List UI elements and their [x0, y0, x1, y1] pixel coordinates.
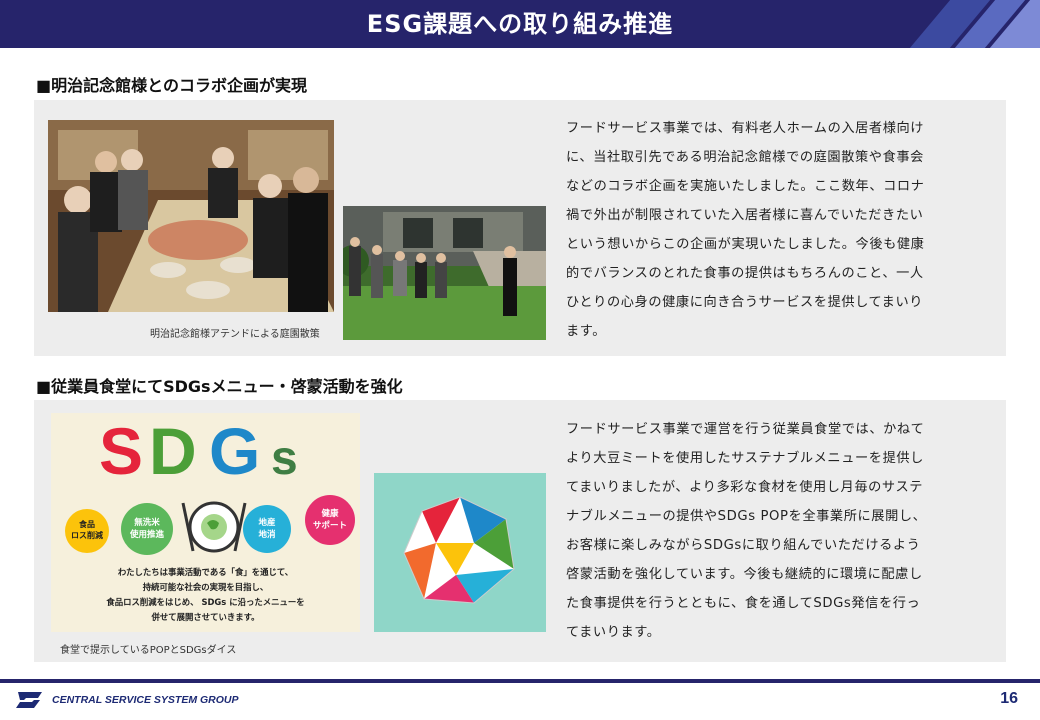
badge-local: 地産 地消	[243, 505, 291, 553]
pop-message-line: わたしたちは事業活動である「食」を通じて、	[117, 567, 294, 577]
photo-caption-sdgs: 食堂で提示しているPOPとSDGsダイス	[60, 645, 237, 656]
body-text-line: ひとりの心身の健康に向き合うサービスを提供してまいり	[566, 295, 924, 310]
page-title: ESG課題への取り組み推進	[366, 10, 674, 38]
body-text-line: ナブルメニューの提供やSDGs POPを全事業所に展開し、	[566, 509, 927, 524]
pop-message-line: 持続可能な社会の実現を目指し、	[142, 582, 269, 592]
body-text-line: 的でバランスのとれた食事の提供はもちろんのこと、一人	[566, 266, 924, 281]
body-text-line: 啓蒙活動を強化しています。今後も継続的に環境に配慮し	[566, 567, 923, 582]
body-text-line: に、当社取引先である明治記念館様での庭園散策や食事会	[566, 150, 924, 165]
photo-caption-meiji: 明治記念館様アテンドによる庭園散策	[150, 329, 320, 340]
plate-globe-icon	[181, 501, 247, 553]
body-text-line: 禍で外出が制限されていた入居者様に喜んでいただきたい	[566, 208, 924, 223]
body-text-line: てまいりましたが、より多彩な食材を使用し月毎のサステ	[566, 480, 924, 495]
sdgs-logo: S D G s	[99, 414, 319, 489]
body-text-line: お客様に楽しみながらSDGsに取り組んでいただけるよう	[566, 538, 921, 553]
body-text-line: てまいります。	[566, 625, 661, 640]
badge-food-loss: 食品 ロス削減	[65, 509, 109, 553]
body-text-line: という想いからこの企画が実現いたしました。今後も健康	[566, 237, 925, 252]
body-text-line: た食事提供を行うとともに、食を通してSDGs発信を行っ	[566, 596, 921, 611]
badge-rice: 無洗米 使用推進	[121, 503, 173, 555]
header-bar: ESG課題への取り組み推進	[0, 0, 1040, 48]
section-body-sdgs: フードサービス事業で運営を行う従業員食堂では、かねて より大豆ミートを使用したサス…	[566, 415, 986, 647]
sdgs-logo-letter: S	[99, 414, 144, 488]
page-number: 16	[1000, 690, 1018, 707]
body-text-line: フードサービス事業で運営を行う従業員食堂では、かねて	[566, 422, 925, 437]
body-text-line: などのコラボ企画を実施いたしました。ここ数年、コロナ	[566, 179, 925, 194]
pop-message-line: 食品ロス削減をはじめ、 SDGs に沿ったメニューを	[106, 597, 305, 607]
company-name: CENTRAL SERVICE SYSTEM GROUP	[52, 694, 239, 706]
section-heading-meiji: ■明治記念館様とのコラボ企画が実現	[36, 76, 307, 95]
section-body-meiji: フードサービス事業では、有料老人ホームの入居者様向け に、当社取引先である明治記念…	[566, 114, 986, 346]
company-logo: CENTRAL SERVICE SYSTEM GROUP	[14, 690, 239, 710]
body-text-line: ます。	[566, 324, 607, 339]
sdgs-logo-letter: G	[209, 414, 261, 488]
section-heading-sdgs: ■従業員食堂にてSDGsメニュー・啓蒙活動を強化	[36, 377, 403, 396]
pop-message-line: 併せて展開させていきます。	[151, 612, 260, 622]
sdgs-logo-letter: D	[149, 414, 197, 488]
body-text-line: フードサービス事業では、有料老人ホームの入居者様向け	[566, 121, 925, 136]
garden-photo	[343, 206, 546, 340]
sdgs-dice-photo	[374, 473, 546, 632]
pop-message: わたしたちは事業活動である「食」を通じて、 持続可能な社会の実現を目指し、食品ロス…	[61, 565, 350, 625]
body-text-line: より大豆ミートを使用したサステナブルメニューを提供し	[566, 451, 924, 466]
footer-line	[0, 679, 1040, 683]
sdgs-pop-image: S D G s 食品 ロス削減 無洗米 使用推進 地産 地消 健康 サポート わ…	[51, 413, 360, 632]
badge-health: 健康 サポート	[305, 495, 355, 545]
css-logo-icon	[16, 692, 42, 708]
dining-photo	[48, 120, 334, 312]
sdgs-logo-letter: s	[271, 432, 298, 485]
